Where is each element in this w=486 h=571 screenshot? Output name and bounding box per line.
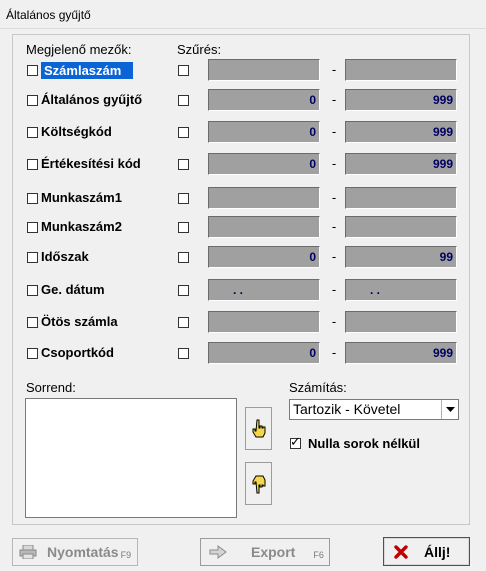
filter-to-field[interactable]: 99 (345, 246, 457, 268)
field-checkbox[interactable] (27, 285, 38, 296)
field-checkbox[interactable] (27, 127, 38, 138)
filter-to-field[interactable]: 999 (345, 89, 457, 111)
filter-from-field[interactable] (208, 311, 320, 333)
field-checkbox[interactable] (27, 193, 38, 204)
print-button[interactable]: Nyomtatás F9 (12, 538, 138, 566)
filter-to-field[interactable]: . . (345, 279, 457, 301)
filter-checkbox[interactable] (178, 285, 189, 296)
range-separator: - (331, 124, 337, 139)
field-checkbox[interactable] (27, 222, 38, 233)
fields-header: Megjelenő mezők: (26, 42, 132, 57)
filter-from-field[interactable]: 0 (208, 89, 320, 111)
field-checkbox[interactable] (27, 159, 38, 170)
filter-checkbox[interactable] (178, 222, 189, 233)
filter-to-field[interactable] (345, 59, 457, 81)
filter-checkbox[interactable] (178, 193, 189, 204)
window-title: Általános gyűjtő (6, 8, 91, 22)
filter-from-field[interactable]: 0 (208, 342, 320, 364)
filter-to-field[interactable]: 999 (345, 153, 457, 175)
export-label: Export (251, 544, 296, 560)
calc-select[interactable]: Tartozik - Követel (289, 399, 459, 420)
field-label: Munkaszám1 (41, 190, 122, 205)
printer-icon (19, 545, 37, 559)
field-label: Költségkód (41, 124, 112, 139)
field-label: Munkaszám2 (41, 219, 122, 234)
export-key: F6 (313, 550, 324, 560)
move-down-button[interactable] (245, 462, 272, 505)
hand-point-up-icon (252, 419, 265, 437)
field-label: Ötös számla (41, 314, 118, 329)
filter-from-field[interactable] (208, 59, 320, 81)
hand-point-down-icon (252, 475, 265, 493)
filter-from-field[interactable] (208, 187, 320, 209)
print-key: F9 (120, 550, 132, 560)
field-label: Általános gyűjtő (41, 92, 143, 107)
filter-to-field[interactable] (345, 187, 457, 209)
filter-from-field[interactable]: . . (208, 279, 320, 301)
filter-checkbox[interactable] (178, 317, 189, 328)
range-separator: - (331, 92, 337, 107)
filter-from-field[interactable]: 0 (208, 121, 320, 143)
filter-header: Szűrés: (177, 42, 222, 57)
field-checkbox[interactable] (27, 348, 38, 359)
field-label: Számlaszám (41, 62, 134, 79)
calc-select-value: Tartozik - Követel (293, 401, 401, 417)
field-label: Időszak (41, 249, 89, 264)
filter-checkbox[interactable] (178, 127, 189, 138)
export-arrow-icon (209, 545, 227, 559)
range-separator: - (331, 249, 337, 264)
filter-to-field[interactable]: 999 (345, 121, 457, 143)
range-separator: - (331, 219, 337, 234)
title-divider (0, 28, 486, 29)
stop-label: Állj! (424, 543, 451, 560)
filter-to-field[interactable]: 999 (345, 342, 457, 364)
field-checkbox[interactable] (27, 317, 38, 328)
stop-button[interactable]: Állj! (383, 537, 470, 566)
field-checkbox[interactable] (27, 65, 38, 76)
range-separator: - (331, 345, 337, 360)
filter-checkbox[interactable] (178, 159, 189, 170)
filter-from-field[interactable]: 0 (208, 246, 320, 268)
range-separator: - (331, 314, 337, 329)
zero-rows-checkbox[interactable] (290, 435, 301, 451)
field-label: Ge. dátum (41, 282, 105, 297)
red-x-icon (394, 544, 408, 559)
range-separator: - (331, 282, 337, 297)
range-separator: - (331, 62, 337, 77)
print-label: Nyomtatás (47, 544, 119, 560)
filter-to-field[interactable] (345, 311, 457, 333)
calc-header: Számítás: (289, 380, 347, 395)
export-button[interactable]: Export F6 (200, 538, 330, 566)
order-listbox[interactable] (25, 398, 237, 518)
filter-checkbox[interactable] (178, 348, 189, 359)
range-separator: - (331, 156, 337, 171)
filter-checkbox[interactable] (178, 95, 189, 106)
field-checkbox[interactable] (27, 95, 38, 106)
field-label: Csoportkód (41, 345, 114, 360)
move-up-button[interactable] (245, 407, 272, 450)
filter-checkbox[interactable] (178, 65, 189, 76)
zero-rows-label: Nulla sorok nélkül (308, 436, 420, 451)
order-header: Sorrend: (26, 380, 76, 395)
filter-checkbox[interactable] (178, 252, 189, 263)
range-separator: - (331, 190, 337, 205)
field-label: Értékesítési kód (41, 156, 141, 171)
field-checkbox[interactable] (27, 252, 38, 263)
filter-from-field[interactable] (208, 216, 320, 238)
filter-to-field[interactable] (345, 216, 457, 238)
filter-from-field[interactable]: 0 (208, 153, 320, 175)
chevron-down-icon[interactable] (441, 400, 458, 419)
